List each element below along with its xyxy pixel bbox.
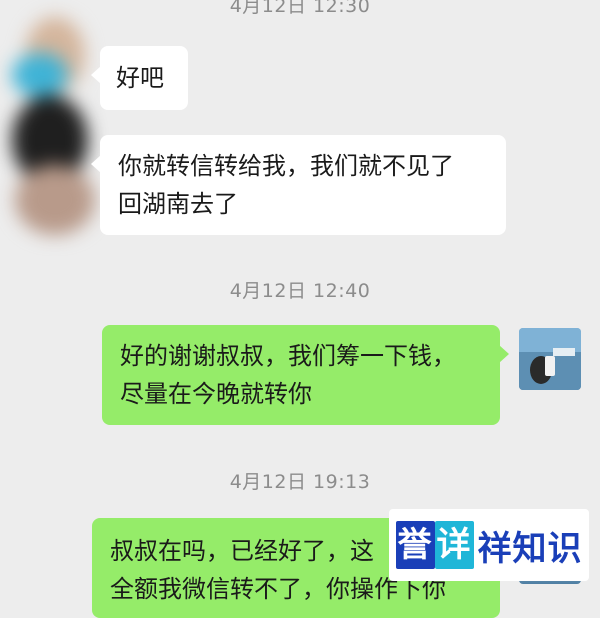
watermark-char: 誉: [395, 521, 435, 569]
self-avatar-photo: [519, 328, 581, 390]
message-text-line: 回湖南去了: [118, 190, 238, 218]
message-text: 好吧: [116, 64, 164, 92]
timestamp: 4月12日 12:30: [229, 0, 371, 17]
message-text-line: 好的谢谢叔叔，我们筹一下钱，: [120, 342, 456, 370]
watermark-char: 详: [434, 521, 474, 569]
message-text-line: 你就转信转给我，我们就不见了: [118, 152, 454, 180]
outgoing-message-bubble[interactable]: 好的谢谢叔叔，我们筹一下钱， 尽量在今晚就转你: [102, 325, 509, 425]
timestamp: 4月12日 12:40: [229, 280, 371, 302]
incoming-message-bubble[interactable]: 你就转信转给我，我们就不见了 回湖南去了: [91, 135, 506, 235]
incoming-message-bubble[interactable]: 好吧: [91, 46, 188, 110]
watermark-text: 祥知识: [477, 528, 583, 569]
watermark-logo: 誉 详 祥知识: [389, 509, 589, 581]
message-text-line: 尽量在今晚就转你: [120, 380, 312, 408]
contact-avatar-blurred[interactable]: [0, 0, 115, 240]
self-avatar[interactable]: [519, 328, 581, 390]
timestamp: 4月12日 19:13: [229, 471, 371, 493]
